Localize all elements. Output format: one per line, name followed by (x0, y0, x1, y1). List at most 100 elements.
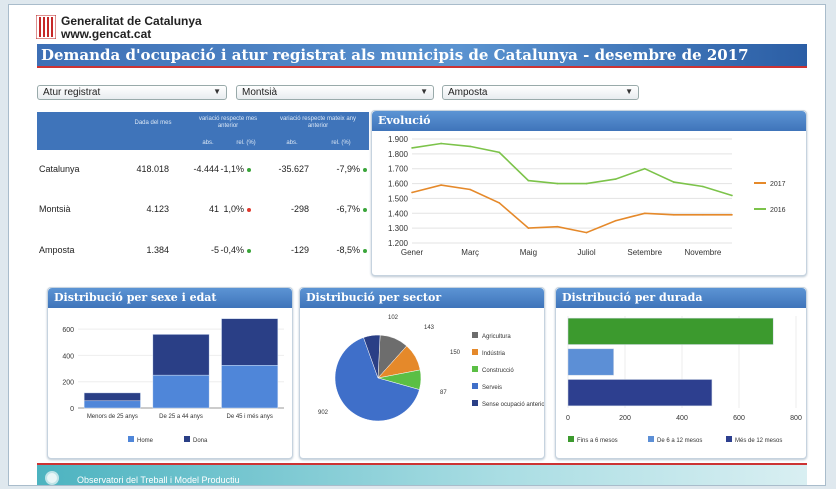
data-point (614, 178, 617, 180)
sector-title: Distribució per sector (300, 288, 544, 308)
legend-label: Home (137, 438, 154, 444)
data-point (469, 188, 471, 191)
y-tick-label: 1.200 (388, 239, 409, 248)
legend-label: Dona (193, 438, 208, 444)
data-point (498, 202, 501, 204)
data-point (643, 167, 646, 170)
row-rel-mes-value: -0,4% (220, 245, 244, 255)
table-row: Montsià 4.123 41 1,0% -298 -6,7% (37, 204, 369, 218)
durada-panel: Distribució per durada 0 200 400 600 800 Fins… (555, 287, 807, 459)
x-tick-label: De 25 a 44 anys (159, 414, 203, 420)
y-tick-label: 400 (62, 353, 74, 360)
legend-swatch (184, 436, 190, 442)
footer-text[interactable]: Observatori del Treball i Model Producti… (77, 475, 240, 485)
bar-Home (83, 400, 141, 409)
legend-label: Fins a 6 mesos (577, 438, 618, 444)
data-point (556, 182, 559, 185)
legend-swatch (568, 436, 574, 442)
row-rel-any-value: -7,9% (336, 164, 360, 174)
sexe-edat-panel: Distribució per sexe i edat 0 200 400 600 Me… (47, 287, 293, 459)
comarca-select[interactable]: Montsià ▼ (236, 85, 434, 100)
org-name[interactable]: Generalitat de Catalunya (61, 14, 202, 28)
y-tick-label: 1.300 (388, 224, 409, 233)
status-dot-icon (247, 207, 251, 212)
row-value: 1.384 (146, 245, 169, 255)
status-dot-icon (363, 248, 367, 253)
x-tick-label: Juliol (577, 248, 595, 257)
observatori-logo-icon[interactable] (45, 471, 59, 485)
sector-chart: 150 143 102 902 87 Agricultura Indústria Constr… (318, 315, 544, 422)
y-tick-label: 600 (62, 327, 74, 334)
x-tick-label: Menors de 25 anys (87, 414, 138, 420)
data-point (643, 212, 646, 215)
bar-Dona (83, 392, 141, 402)
legend-label: De 6 a 12 mesos (657, 438, 702, 444)
row-abs-any: -298 (290, 204, 309, 214)
data-point (614, 219, 617, 222)
row-rel-any-value: -6,7% (336, 204, 360, 214)
x-tick-label: 400 (676, 415, 688, 422)
header-rel-mes: rel. (%) (236, 140, 256, 146)
table-header: Dada del mes variació respecte mes anter… (37, 112, 369, 150)
y-tick-label: 1.900 (388, 135, 409, 144)
row-rel-any: -7,9% (336, 164, 367, 174)
x-tick-label: Maig (520, 248, 537, 257)
row-name: Montsià (39, 204, 71, 214)
x-tick-label: 200 (619, 415, 631, 422)
comarca-select-value: Montsià (242, 87, 278, 98)
x-tick-label: Novembre (684, 248, 721, 257)
x-tick-label: De 45 i més anys (226, 414, 272, 420)
indicator-select[interactable]: Atur registrat ▼ (37, 85, 227, 100)
legend-label: 2017 (770, 181, 786, 188)
row-rel-mes: -0,4% (220, 245, 251, 255)
data-point (411, 147, 413, 149)
data-point (731, 213, 733, 216)
x-tick-label: Gener (401, 248, 424, 257)
legend-label: Més de 12 mesos (735, 438, 782, 444)
status-dot-icon (363, 207, 367, 212)
bar-Més de 12 mesos (567, 379, 713, 407)
legend-swatch (472, 349, 478, 355)
sexe-edat-chart: 0 200 400 600 Menors de 25 anys De 25 a 44 an… (62, 318, 284, 444)
data-point (673, 213, 675, 216)
legend-swatch (472, 332, 478, 338)
header-var-any: variació respecte mateix any anterior (279, 116, 357, 129)
header-var-mes: variació respecte mes anterior (198, 116, 258, 129)
legend-label: Serveis (482, 385, 502, 391)
legend-swatch (648, 436, 654, 442)
row-abs-any: -129 (290, 245, 309, 255)
sector-panel: Distribució per sector 150 143 102 902 87 Agr… (299, 287, 545, 459)
series-line-2017 (411, 184, 732, 234)
data-label: 102 (388, 315, 399, 321)
municipi-select-value: Amposta (448, 87, 488, 98)
y-tick-label: 1.800 (388, 150, 409, 159)
legend-label: 2016 (770, 207, 786, 214)
title-bar: Demanda d'ocupació i atur registrat als … (37, 44, 807, 68)
row-rel-any: -6,7% (336, 204, 367, 214)
legend-label: Sense ocupació anterior (482, 402, 544, 408)
chevron-down-icon: ▼ (420, 87, 428, 96)
data-point (702, 185, 704, 188)
x-tick-label: 0 (566, 415, 570, 422)
evolucio-panel: Evolució 1.200 1.300 1.400 1.500 1.600 1.700 1… (371, 110, 807, 276)
sexe-edat-title: Distribució per sexe i edat (48, 288, 292, 308)
municipi-select[interactable]: Amposta ▼ (442, 85, 639, 100)
legend-label: Construcció (482, 368, 514, 374)
bar-Home (152, 374, 210, 409)
legend-swatch (726, 436, 732, 442)
bar-Home (221, 365, 279, 409)
summary-table: Dada del mes variació respecte mes anter… (37, 112, 369, 278)
legend-label: Agricultura (482, 334, 511, 340)
row-value: 4.123 (146, 204, 169, 214)
evolucio-title: Evolució (372, 111, 806, 131)
row-rel-any-value: -8,5% (336, 245, 360, 255)
data-point (498, 151, 501, 154)
org-url[interactable]: www.gencat.cat (61, 27, 151, 41)
gencat-logo-icon[interactable] (36, 15, 56, 39)
data-point (527, 179, 530, 182)
table-row: Catalunya 418.018 -4.444 -1,1% -35.627 -… (37, 164, 369, 178)
x-tick-label: Setembre (627, 248, 662, 257)
status-dot-icon (363, 167, 367, 172)
y-tick-label: 1.600 (388, 180, 409, 189)
chevron-down-icon: ▼ (213, 87, 221, 96)
